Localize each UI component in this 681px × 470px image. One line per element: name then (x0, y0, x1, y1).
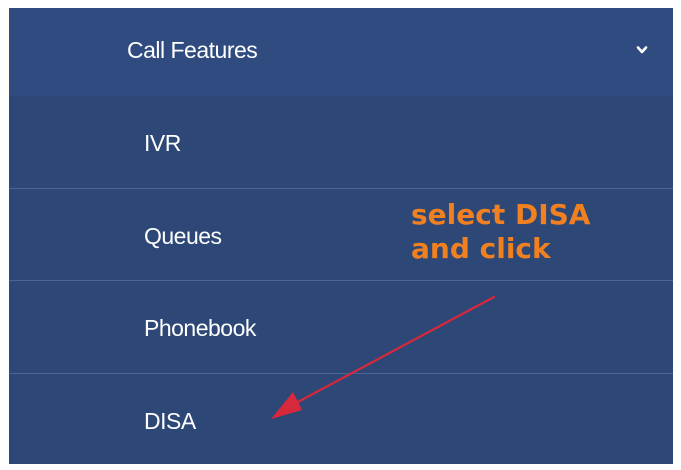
menu-item-label: IVR (144, 130, 181, 156)
chevron-down-icon[interactable] (635, 43, 649, 57)
menu-item-label: DISA (144, 408, 196, 434)
menu-group-label: Call Features (127, 37, 258, 63)
annotation-line-1: select DISA (411, 198, 591, 231)
instruction-annotation: select DISA and click (411, 198, 590, 266)
menu-item-ivr[interactable]: IVR (9, 96, 673, 189)
menu-item-disa[interactable]: DISA (9, 374, 673, 464)
annotation-line-2: and click (411, 232, 551, 265)
menu-item-label: Phonebook (144, 315, 256, 341)
menu-item-label: Queues (144, 223, 222, 249)
menu-group-call-features[interactable]: Call Features (9, 8, 673, 96)
menu-item-phonebook[interactable]: Phonebook (9, 281, 673, 374)
